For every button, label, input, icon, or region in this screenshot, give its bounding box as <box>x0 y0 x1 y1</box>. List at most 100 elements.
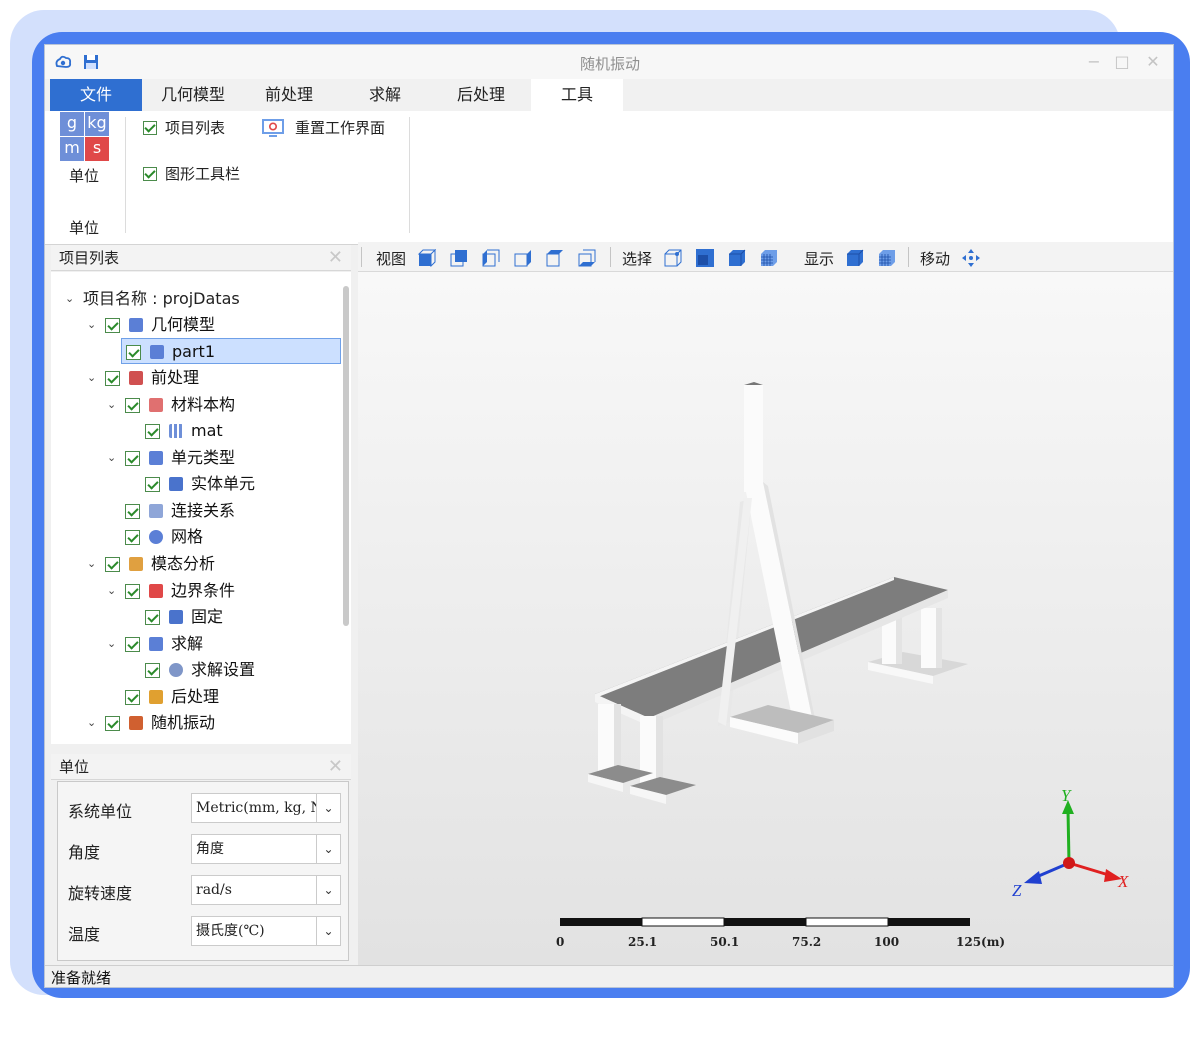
tab-geometry[interactable]: 几何模型 <box>145 79 241 111</box>
connection-icon <box>149 504 163 518</box>
display-solid-icon[interactable] <box>846 249 864 267</box>
tree-checkbox[interactable] <box>105 371 120 386</box>
view-front-icon[interactable] <box>418 249 436 267</box>
tree-node-label: 随机振动 <box>151 713 216 732</box>
display-mesh-icon[interactable] <box>878 249 896 267</box>
angle-select[interactable]: 角度 ⌄ <box>191 834 341 864</box>
temperature-select[interactable]: 摄氏度(℃) ⌄ <box>191 916 341 946</box>
ribbon-divider <box>409 117 410 233</box>
axis-z-label: Z <box>1012 881 1022 900</box>
unit-form: 系统单位 Metric(mm, kg, N, : ⌄ 角度 角度 ⌄ 旋转速度 … <box>57 781 349 961</box>
tree-checkbox[interactable] <box>125 398 140 413</box>
chevron-down-icon[interactable]: ⌄ <box>316 835 340 863</box>
unit-panel-close-icon[interactable]: ✕ <box>328 754 343 780</box>
expand-arrow-icon[interactable]: ⌄ <box>87 710 96 736</box>
tree-checkbox[interactable] <box>145 663 160 678</box>
expand-arrow-icon[interactable]: ⌄ <box>87 551 96 577</box>
tree-node-label: 前处理 <box>151 368 200 387</box>
reset-workspace-icon[interactable] <box>261 117 285 139</box>
status-text: 准备就绪 <box>51 969 112 987</box>
tree-node-part1[interactable]: part1 <box>121 338 341 364</box>
solid-element-icon <box>169 477 183 491</box>
tab-tools[interactable]: 工具 <box>531 79 623 111</box>
rotation-speed-select[interactable]: rad/s ⌄ <box>191 875 341 905</box>
expand-arrow-icon[interactable]: ⌄ <box>65 286 74 312</box>
graphic-toolbar-label[interactable]: 图形工具栏 <box>165 163 240 184</box>
reset-workspace-label[interactable]: 重置工作界面 <box>295 117 385 138</box>
tab-postprocess[interactable]: 后处理 <box>433 79 529 111</box>
project-panel-header: 项目列表 ✕ <box>51 245 351 271</box>
chevron-down-icon[interactable]: ⌄ <box>316 917 340 945</box>
tab-solve[interactable]: 求解 <box>337 79 433 111</box>
chevron-down-icon[interactable]: ⌄ <box>316 876 340 904</box>
select-value: Metric(mm, kg, N, : <box>196 800 336 816</box>
system-unit-select[interactable]: Metric(mm, kg, N, : ⌄ <box>191 793 341 823</box>
preprocess-icon <box>129 371 143 385</box>
tree-node-label: 实体单元 <box>191 474 256 493</box>
close-icon[interactable]: ✕ <box>1142 51 1164 73</box>
view-left-icon[interactable] <box>482 249 500 267</box>
select-mesh-icon[interactable] <box>760 249 778 267</box>
minimize-icon[interactable]: − <box>1083 51 1105 73</box>
expand-arrow-icon[interactable]: ⌄ <box>87 365 96 391</box>
axis-triad: Y X Z <box>1012 786 1129 900</box>
tree-checkbox[interactable] <box>125 451 140 466</box>
move-arrows-icon[interactable] <box>962 249 980 267</box>
expand-arrow-icon[interactable]: ⌄ <box>107 445 116 471</box>
tab-file[interactable]: 文件 <box>50 79 142 111</box>
view-bottom-icon[interactable] <box>578 249 596 267</box>
expand-arrow-icon[interactable]: ⌄ <box>107 578 116 604</box>
graphic-toolbar-checkbox[interactable] <box>143 167 157 181</box>
view-right-icon[interactable] <box>514 249 532 267</box>
tab-preprocess[interactable]: 前处理 <box>241 79 337 111</box>
tree-node-label: part1 <box>172 342 215 361</box>
project-list-label[interactable]: 项目列表 <box>165 117 225 138</box>
tree-node-label: 模态分析 <box>151 554 216 573</box>
view-top-icon[interactable] <box>546 249 564 267</box>
project-panel-close-icon[interactable]: ✕ <box>328 245 343 271</box>
tree-node-label: 材料本构 <box>171 395 236 414</box>
angle-label: 角度 <box>68 843 101 862</box>
tree-checkbox[interactable] <box>126 345 141 360</box>
ribbon: g kg m s 单位 单位 项目列表 重置工作界面 图形工具栏 <box>45 111 1173 245</box>
expand-arrow-icon[interactable]: ⌄ <box>87 312 96 338</box>
tree-scrollbar[interactable] <box>343 286 349 626</box>
select-element-icon[interactable] <box>696 249 714 267</box>
toolbar-divider <box>361 247 362 267</box>
toolbar-divider <box>610 247 611 267</box>
unit-button-icon[interactable]: g kg m s <box>60 112 110 161</box>
tree-checkbox[interactable] <box>125 530 140 545</box>
tree-checkbox[interactable] <box>125 504 140 519</box>
scale-label: 25.1 <box>628 935 657 949</box>
tree-checkbox[interactable] <box>145 424 160 439</box>
mat-grid-icon <box>169 424 183 438</box>
window-title: 随机振动 <box>579 55 640 73</box>
scale-label: 75.2 <box>792 935 821 949</box>
tree-checkbox[interactable] <box>105 557 120 572</box>
tree-checkbox[interactable] <box>105 318 120 333</box>
expand-arrow-icon[interactable]: ⌄ <box>107 392 116 418</box>
maximize-icon[interactable]: □ <box>1111 51 1133 73</box>
select-body-icon[interactable] <box>728 249 746 267</box>
chevron-down-icon[interactable]: ⌄ <box>316 794 340 822</box>
tree-checkbox[interactable] <box>105 716 120 731</box>
scale-label: 0 <box>556 935 564 949</box>
ribbon-group-label: 单位 <box>69 219 100 237</box>
tree-node-label: 固定 <box>191 607 224 626</box>
unit-button-label[interactable]: 单位 <box>69 165 99 186</box>
3d-viewport[interactable]: 0 25.1 50.1 75.2 100 125(m) Y X Z <box>358 272 1173 965</box>
tree-node-label: mat <box>191 421 223 440</box>
tree-checkbox[interactable] <box>125 690 140 705</box>
tree-checkbox[interactable] <box>125 637 140 652</box>
tree-checkbox[interactable] <box>145 477 160 492</box>
scale-label: 100 <box>874 935 899 949</box>
tree-node-label: 网格 <box>171 527 204 546</box>
postprocess-icon <box>149 690 163 704</box>
display-label: 显示 <box>804 250 835 268</box>
select-point-icon[interactable] <box>664 249 682 267</box>
tree-checkbox[interactable] <box>145 610 160 625</box>
expand-arrow-icon[interactable]: ⌄ <box>107 631 116 657</box>
project-list-checkbox[interactable] <box>143 121 157 135</box>
view-back-icon[interactable] <box>450 249 468 267</box>
tree-checkbox[interactable] <box>125 584 140 599</box>
